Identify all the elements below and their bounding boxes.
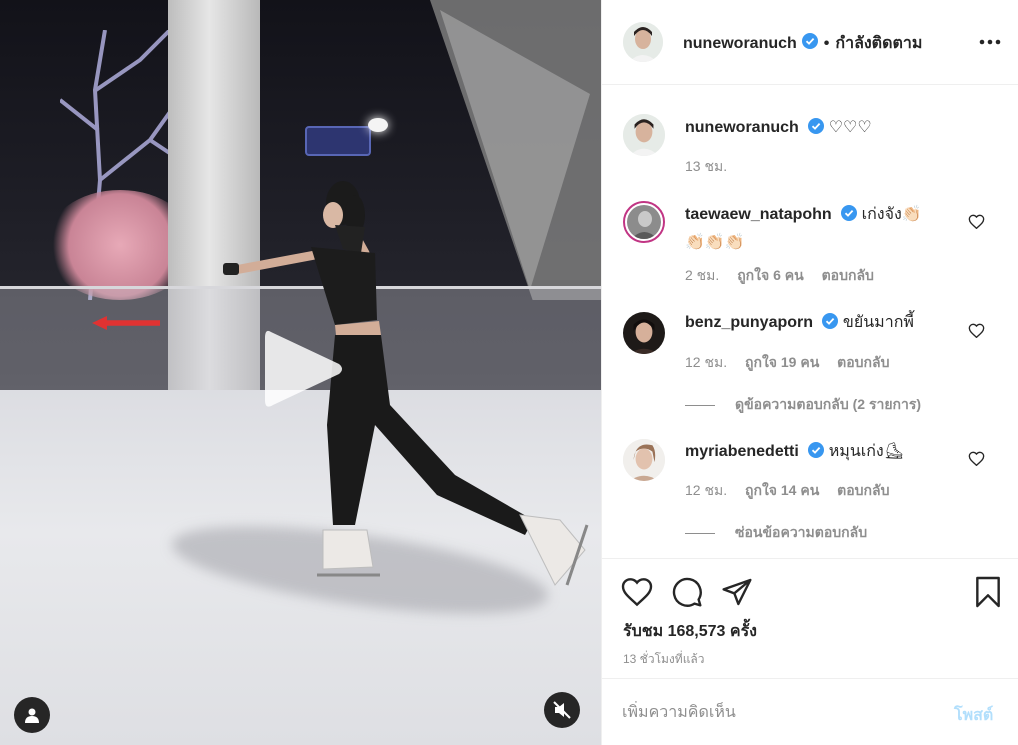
- caption: nuneworanuch ♡♡♡: [685, 115, 985, 143]
- comment-meta: 2 ชม. ถูกใจ 6 คน ตอบกลับ: [685, 265, 888, 287]
- comment-list: nuneworanuch ♡♡♡ 13 ชม. taewaew_natapohn…: [602, 86, 1018, 556]
- reply-button[interactable]: ตอบกลับ: [837, 482, 889, 498]
- share-icon[interactable]: [721, 576, 753, 608]
- heart-icon[interactable]: [968, 323, 985, 339]
- add-comment-input[interactable]: [622, 701, 942, 725]
- video-decor-lamp: [368, 118, 388, 132]
- post-sidebar: nuneworanuch • กำลังติดตาม nuneworanuch …: [601, 0, 1018, 745]
- avatar[interactable]: [623, 312, 665, 354]
- avatar[interactable]: [623, 201, 665, 243]
- post-timestamp[interactable]: 13 ชั่วโมงที่แล้ว: [623, 650, 705, 669]
- view-replies-label: ดูข้อความตอบกลับ (2 รายการ): [735, 396, 922, 412]
- comment-time[interactable]: 12 ชม.: [685, 482, 727, 498]
- verified-icon: [808, 117, 825, 143]
- comment-3: myriabenedetti หมุนเก่ง⛸: [685, 439, 985, 467]
- play-icon[interactable]: [265, 328, 345, 410]
- reply-button[interactable]: ตอบกลับ: [837, 354, 889, 370]
- user-tag-icon[interactable]: [14, 697, 50, 733]
- caption-time[interactable]: 13 ชม.: [685, 158, 727, 174]
- caption-meta: 13 ชม.: [685, 156, 741, 178]
- verified-icon: [822, 312, 839, 338]
- reply-divider: [685, 532, 715, 534]
- video-player[interactable]: [0, 0, 601, 745]
- avatar[interactable]: [623, 439, 665, 481]
- post-comment-button[interactable]: โพสต์: [954, 703, 993, 728]
- comment-2: benz_punyaporn ขยันมากพี้: [685, 310, 985, 338]
- reply-divider: [685, 404, 715, 406]
- heart-icon[interactable]: [968, 451, 985, 467]
- comment-time[interactable]: 12 ชม.: [685, 354, 727, 370]
- caption-username[interactable]: nuneworanuch: [685, 119, 799, 136]
- comment-time[interactable]: 2 ชม.: [685, 267, 719, 283]
- header-separator: •: [823, 34, 830, 52]
- comment-icon[interactable]: [671, 576, 703, 608]
- following-button[interactable]: กำลังติดตาม: [835, 31, 922, 56]
- comment-text: ขยันมากพี้: [842, 314, 914, 331]
- avatar[interactable]: [623, 22, 663, 62]
- hide-replies-label: ซ่อนข้อความตอบกลับ: [735, 524, 868, 540]
- avatar[interactable]: [623, 114, 665, 156]
- hide-replies-button[interactable]: ซ่อนข้อความตอบกลับ: [685, 522, 867, 544]
- header-username[interactable]: nuneworanuch: [683, 35, 797, 53]
- verified-icon: [808, 441, 825, 467]
- comment-1: taewaew_natapohn เก่งจัง👏🏻 👏🏻👏🏻👏🏻: [685, 202, 935, 256]
- add-comment-form: โพสต์: [602, 678, 1018, 745]
- verified-icon: [841, 204, 858, 230]
- heart-icon[interactable]: [968, 214, 985, 230]
- comment-username[interactable]: benz_punyaporn: [685, 314, 813, 331]
- muted-speaker-icon[interactable]: [544, 692, 580, 728]
- bookmark-icon[interactable]: [972, 576, 1004, 608]
- comment-meta: 12 ชม. ถูกใจ 19 คน ตอบกลับ: [685, 352, 904, 374]
- post-header: nuneworanuch • กำลังติดตาม: [602, 0, 1018, 85]
- caption-text: ♡♡♡: [828, 119, 872, 136]
- video-decor-sign: [305, 126, 371, 156]
- view-count[interactable]: รับชม 168,573 ครั้ง: [623, 619, 757, 644]
- comment-likes[interactable]: ถูกใจ 14 คน: [745, 482, 819, 498]
- comment-text-continued: 👏🏻👏🏻👏🏻: [685, 234, 745, 251]
- comment-likes[interactable]: ถูกใจ 19 คน: [745, 354, 819, 370]
- comment-meta: 12 ชม. ถูกใจ 14 คน ตอบกลับ: [685, 480, 904, 502]
- reply-button[interactable]: ตอบกลับ: [822, 267, 874, 283]
- more-options-icon[interactable]: [977, 32, 1003, 52]
- heart-icon[interactable]: [621, 576, 653, 608]
- post-actions: รับชม 168,573 ครั้ง 13 ชั่วโมงที่แล้ว: [602, 558, 1018, 678]
- comment-text: หมุนเก่ง⛸: [828, 443, 905, 460]
- header-user-line: nuneworanuch • กำลังติดตาม: [683, 31, 922, 56]
- view-replies-button[interactable]: ดูข้อความตอบกลับ (2 รายการ): [685, 394, 921, 416]
- comment-username[interactable]: taewaew_natapohn: [685, 206, 832, 223]
- verified-icon: [801, 33, 818, 54]
- comment-likes[interactable]: ถูกใจ 6 คน: [737, 267, 804, 283]
- comment-username[interactable]: myriabenedetti: [685, 443, 799, 460]
- comment-text: เก่งจัง👏🏻: [861, 206, 922, 223]
